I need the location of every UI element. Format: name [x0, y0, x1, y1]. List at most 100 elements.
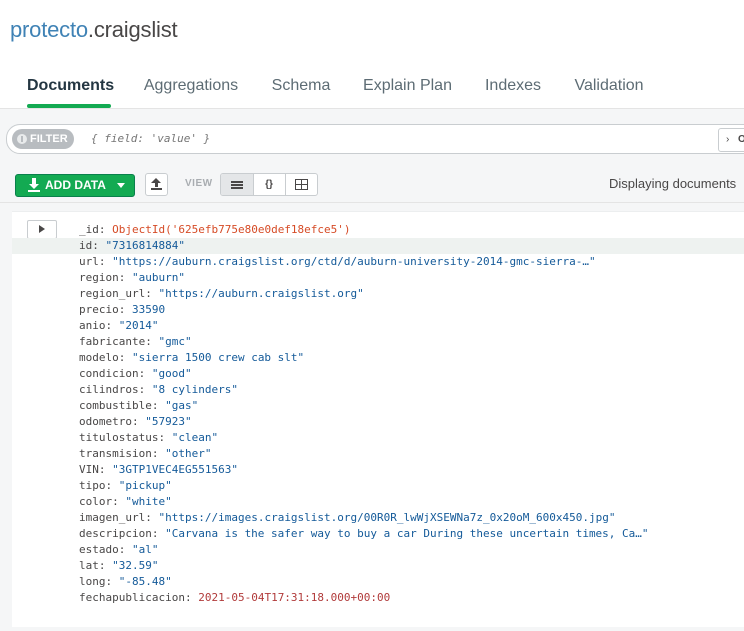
field-name: descripcion: [79, 527, 166, 540]
document-field-row[interactable]: long: "-85.48" [12, 574, 744, 590]
field-entry: long: "-85.48" [79, 574, 172, 590]
field-name: fabricante: [79, 335, 159, 348]
document-field-row[interactable]: color: "white" [12, 494, 744, 510]
document-field-row[interactable]: region: "auburn" [12, 270, 744, 286]
add-data-label: ADD DATA [45, 178, 106, 192]
field-name: region_url: [79, 287, 159, 300]
document-field-row[interactable]: tipo: "pickup" [12, 478, 744, 494]
document-field-row[interactable]: lat: "32.59" [12, 558, 744, 574]
document-field-row[interactable]: combustible: "gas" [12, 398, 744, 414]
field-entry: imagen_url: "https://images.craigslist.o… [79, 510, 615, 526]
braces-icon: {} [265, 179, 273, 190]
document-card: _id: ObjectId('625efb775e80e0def18efce5'… [12, 211, 744, 627]
add-data-button[interactable]: ADD DATA [15, 174, 135, 197]
field-value: "https://auburn.craigslist.org" [158, 287, 364, 300]
document-field-row[interactable]: condicion: "good" [12, 366, 744, 382]
tab-validation[interactable]: Validation [573, 72, 645, 106]
document-field-row[interactable]: imagen_url: "https://images.craigslist.o… [12, 510, 744, 526]
field-entry: lat: "32.59" [79, 558, 158, 574]
document-field-row[interactable]: descripcion: "Carvana is the safer way t… [12, 526, 744, 542]
field-name: tipo: [79, 479, 119, 492]
field-entry: fabricante: "gmc" [79, 334, 192, 350]
upload-icon-stem [155, 182, 158, 187]
field-name: modelo: [79, 351, 132, 364]
filter-input[interactable] [89, 131, 593, 146]
field-entry: precio: 33590 [79, 302, 165, 318]
field-entry: region_url: "https://auburn.craigslist.o… [79, 286, 364, 302]
field-value: "32.59" [112, 559, 159, 572]
document-field-row[interactable]: fabricante: "gmc" [12, 334, 744, 350]
view-mode-switcher: {} [220, 173, 318, 196]
field-name: _id: [79, 223, 113, 236]
json-view-button[interactable]: {} [253, 174, 286, 195]
options-label: O [738, 134, 744, 145]
tab-indexes[interactable]: Indexes [484, 72, 542, 106]
field-value: "8 cylinders" [151, 383, 238, 396]
field-name: estado: [79, 543, 132, 556]
field-name: id: [79, 239, 106, 252]
export-button[interactable] [145, 173, 168, 196]
tab-schema[interactable]: Schema [271, 72, 331, 106]
document-field-row[interactable]: url: "https://auburn.craigslist.org/ctd/… [12, 254, 744, 270]
field-entry: _id: ObjectId('625efb775e80e0def18efce5'… [79, 222, 351, 238]
document-field-row[interactable]: VIN: "3GTP1VEC4EG551563" [12, 462, 744, 478]
field-name: VIN: [79, 463, 113, 476]
document-field-row[interactable]: cilindros: "8 cylinders" [12, 382, 744, 398]
documents-toolbar: ADD DATA VIEW {} Displaying documents [0, 167, 744, 203]
document-field-row[interactable]: precio: 33590 [12, 302, 744, 318]
field-value: "Carvana is the safer way to buy a car D… [165, 527, 649, 540]
displaying-documents-text: Displaying documents [609, 176, 737, 191]
document-field-row[interactable]: transmision: "other" [12, 446, 744, 462]
field-name: anio: [79, 319, 119, 332]
field-entry: region: "auburn" [79, 270, 185, 286]
document-field-row[interactable]: estado: "al" [12, 542, 744, 558]
document-field-row[interactable]: fechapublicacion: 2021-05-04T17:31:18.00… [12, 590, 744, 606]
field-value: "sierra 1500 crew cab slt" [131, 351, 305, 364]
document-field-row[interactable]: odometro: "57923" [12, 414, 744, 430]
field-value: ObjectId('625efb775e80e0def18efce5') [112, 223, 351, 236]
field-entry: id: "7316814884" [79, 238, 185, 254]
field-value: "7316814884" [105, 239, 185, 252]
info-icon [17, 134, 27, 144]
filter-pill-label: FILTER [30, 133, 68, 145]
field-entry: odometro: "57923" [79, 414, 192, 430]
list-icon [231, 181, 243, 189]
field-entry: tipo: "pickup" [79, 478, 172, 494]
field-value: "gas" [165, 399, 199, 412]
document-field-row[interactable]: anio: "2014" [12, 318, 744, 334]
chevron-right-icon: › [726, 134, 730, 145]
list-view-button[interactable] [221, 174, 254, 195]
field-value: "white" [125, 495, 172, 508]
field-name: precio: [79, 303, 132, 316]
field-value: "auburn" [131, 271, 185, 284]
field-entry: descripcion: "Carvana is the safer way t… [79, 526, 649, 542]
field-value: "pickup" [118, 479, 172, 492]
field-value: 33590 [131, 303, 166, 316]
field-value: "3GTP1VEC4EG551563" [112, 463, 238, 476]
document-list: _id: ObjectId('625efb775e80e0def18efce5'… [0, 203, 744, 631]
field-value: "https://images.craigslist.org/00R0R_lwW… [158, 511, 616, 524]
document-field-row[interactable]: titulostatus: "clean" [12, 430, 744, 446]
tab-explain-plan[interactable]: Explain Plan [362, 72, 453, 106]
field-name: url: [79, 255, 113, 268]
field-entry: combustible: "gas" [79, 398, 198, 414]
table-view-button[interactable] [285, 174, 317, 195]
field-value: "-85.48" [118, 575, 172, 588]
filter-pill[interactable]: FILTER [12, 129, 74, 149]
field-entry: cilindros: "8 cylinders" [79, 382, 238, 398]
field-name: cilindros: [79, 383, 152, 396]
collection-header: protecto.craigslist Documents Aggregatio… [0, 0, 744, 109]
field-value: "gmc" [158, 335, 192, 348]
filter-box: FILTER [6, 124, 744, 154]
table-icon [295, 179, 308, 190]
field-name: fechapublicacion: [79, 591, 199, 604]
tab-aggregations[interactable]: Aggregations [142, 72, 240, 106]
database-name[interactable]: protecto [10, 17, 88, 42]
field-entry: anio: "2014" [79, 318, 159, 334]
options-button[interactable]: › O [718, 128, 744, 152]
document-field-row[interactable]: region_url: "https://auburn.craigslist.o… [12, 286, 744, 302]
tab-documents[interactable]: Documents [27, 72, 114, 108]
document-field-row[interactable]: modelo: "sierra 1500 crew cab slt" [12, 350, 744, 366]
document-field-row[interactable]: id: "7316814884" [12, 238, 744, 254]
document-field-row[interactable]: _id: ObjectId('625efb775e80e0def18efce5'… [12, 222, 744, 238]
